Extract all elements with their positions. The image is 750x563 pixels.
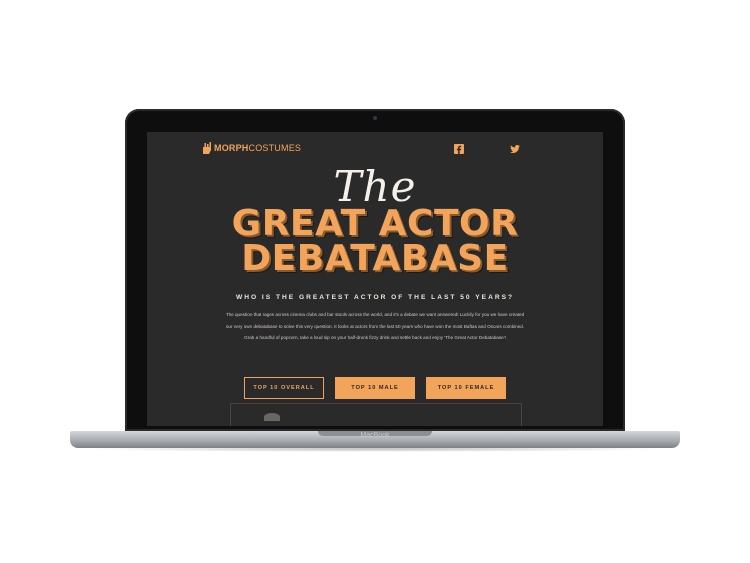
actor-card[interactable] xyxy=(230,403,522,426)
actor-photo xyxy=(264,413,280,421)
logo-text-morph: MORPH xyxy=(214,143,249,153)
camera-icon xyxy=(373,116,377,120)
twitter-icon[interactable] xyxy=(510,141,520,153)
top-10-male-button[interactable]: TOP 10 MALE xyxy=(335,377,415,399)
top-10-female-button[interactable]: TOP 10 FEMALE xyxy=(426,377,506,399)
title-script-the: The xyxy=(333,162,417,211)
top-10-overall-button[interactable]: TOP 10 OVERALL xyxy=(244,377,324,399)
device-brand-label: MacBook xyxy=(360,432,390,439)
logo-text-costumes: COSTUMES xyxy=(248,143,302,153)
section-subheading: WHO IS THE GREATEST ACTOR OF THE LAST 50… xyxy=(235,294,515,301)
intro-paragraph: The question that rages across cinema cl… xyxy=(225,312,525,340)
title-line-debatabase: DEBATABASE xyxy=(241,238,509,279)
website-screen: MORPH COSTUMES The GREAT ACTOR DEBATABAS… xyxy=(147,132,603,426)
logo-hand-icon xyxy=(201,141,213,155)
facebook-icon[interactable] xyxy=(454,141,464,154)
morph-costumes-logo[interactable]: MORPH COSTUMES xyxy=(201,141,301,155)
